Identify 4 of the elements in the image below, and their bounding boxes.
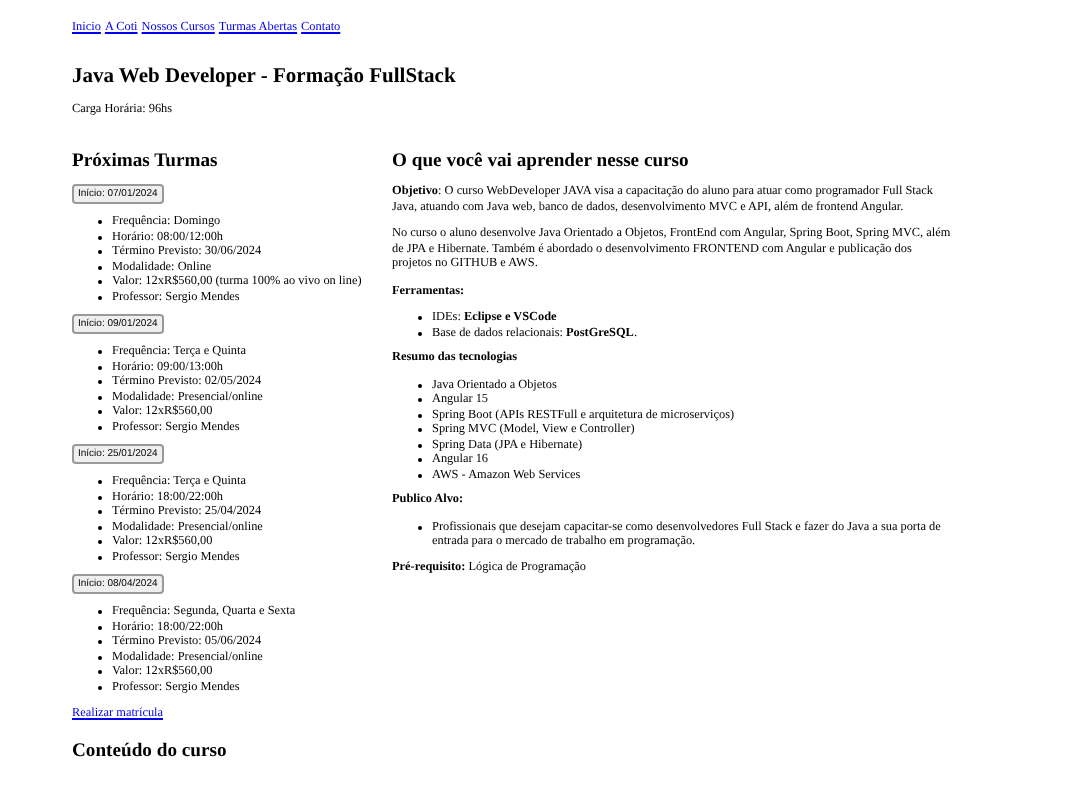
page-title: Java Web Developer - Formação FullStack (72, 65, 458, 89)
section-heading: Conteúdo do curso (72, 739, 229, 761)
section-heading: O que você vai aprender nesse curso (392, 150, 691, 172)
section-heading: Próximas Turmas (72, 150, 220, 172)
